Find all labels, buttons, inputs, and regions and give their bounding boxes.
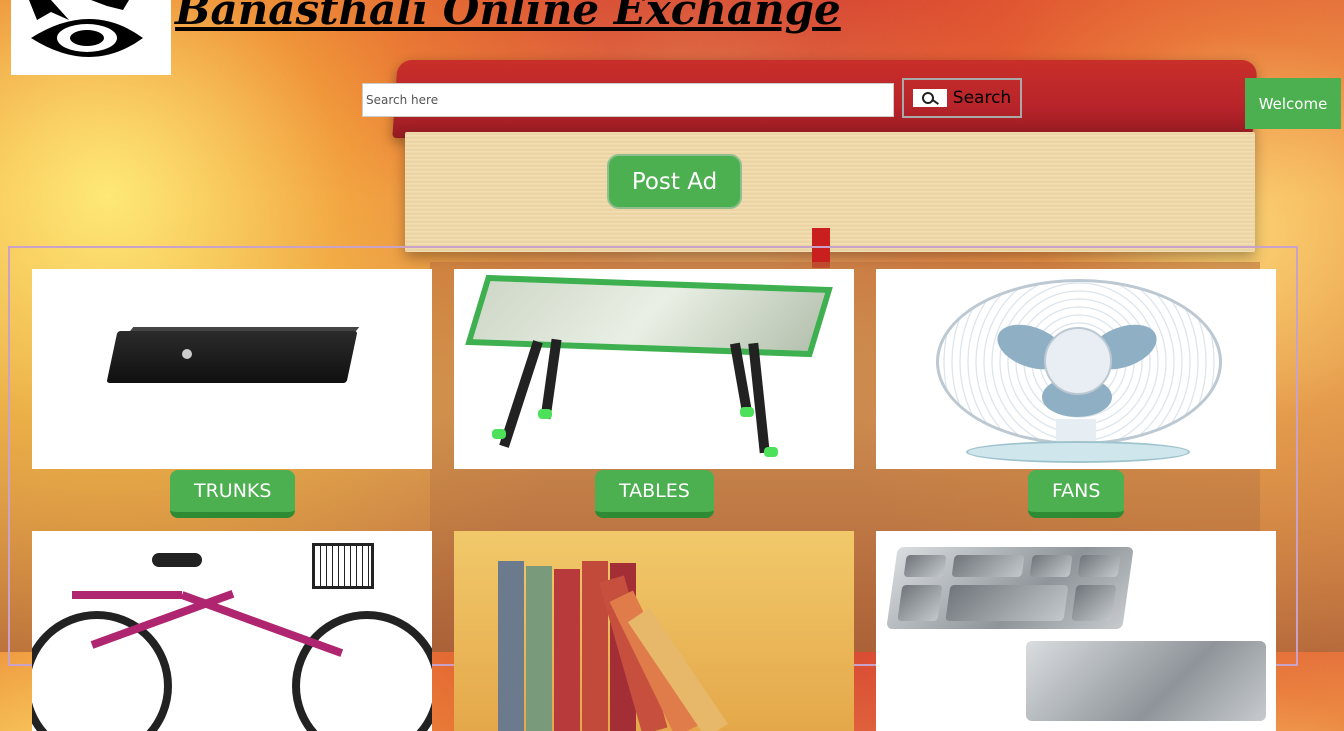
category-card-fans[interactable]: FANS bbox=[876, 269, 1276, 518]
category-card-bicycles[interactable] bbox=[32, 531, 432, 731]
category-button-trunks[interactable]: TRUNKS bbox=[170, 470, 296, 518]
plates-image[interactable] bbox=[876, 531, 1276, 731]
bicycle-wheel bbox=[292, 611, 432, 731]
tray-cell bbox=[1071, 585, 1117, 621]
book-spine bbox=[554, 569, 580, 731]
tray-cell bbox=[1029, 555, 1073, 577]
books-image[interactable] bbox=[454, 531, 854, 731]
category-card-books[interactable] bbox=[454, 531, 854, 731]
post-ad-button[interactable]: Post Ad bbox=[607, 154, 742, 209]
bicycle-seat bbox=[152, 553, 202, 567]
bicycle-frame bbox=[180, 591, 344, 657]
table-leg bbox=[748, 342, 770, 454]
tray-cell bbox=[951, 555, 1025, 577]
tray-cell bbox=[897, 585, 943, 621]
bicycle-wheel bbox=[32, 611, 172, 731]
steel-tray bbox=[886, 547, 1134, 629]
category-button-fans[interactable]: FANS bbox=[1028, 470, 1125, 518]
category-card-tables[interactable]: TABLES bbox=[454, 269, 854, 518]
trunk-image[interactable] bbox=[32, 269, 432, 469]
book-spine bbox=[498, 561, 524, 731]
bicycle-rack bbox=[72, 591, 182, 599]
welcome-button[interactable]: Welcome bbox=[1245, 78, 1341, 129]
search-input[interactable] bbox=[362, 83, 894, 117]
eye-logo-icon bbox=[29, 0, 143, 57]
table-leg bbox=[540, 338, 562, 420]
trunk-lock-icon bbox=[182, 349, 192, 359]
site-title[interactable]: Banasthali Online Exchange bbox=[175, 0, 841, 38]
category-card-plates[interactable] bbox=[876, 531, 1276, 731]
category-card-trunks[interactable]: TRUNKS bbox=[32, 269, 432, 518]
table-foot bbox=[740, 407, 754, 417]
fan-image[interactable] bbox=[876, 269, 1276, 469]
background-book-pages bbox=[405, 132, 1255, 252]
fan-hub bbox=[1044, 327, 1112, 395]
tray-cell bbox=[903, 555, 947, 577]
table-foot bbox=[764, 447, 778, 457]
site-logo[interactable] bbox=[11, 0, 171, 75]
table-top bbox=[465, 274, 833, 358]
tray-cell bbox=[1077, 555, 1121, 577]
search-button[interactable]: Search bbox=[902, 78, 1022, 118]
magnifier-icon bbox=[912, 89, 947, 107]
fan-base bbox=[966, 441, 1190, 463]
steel-tray bbox=[1026, 641, 1266, 721]
table-foot bbox=[538, 409, 552, 419]
bicycle-image[interactable] bbox=[32, 531, 432, 731]
trunk-body bbox=[106, 331, 358, 383]
table-foot bbox=[492, 429, 506, 439]
tray-cell bbox=[945, 585, 1069, 621]
category-button-tables[interactable]: TABLES bbox=[595, 470, 714, 518]
search-button-label: Search bbox=[952, 88, 1012, 108]
bicycle-basket bbox=[312, 543, 374, 589]
book-spine bbox=[526, 566, 552, 731]
table-image[interactable] bbox=[454, 269, 854, 469]
